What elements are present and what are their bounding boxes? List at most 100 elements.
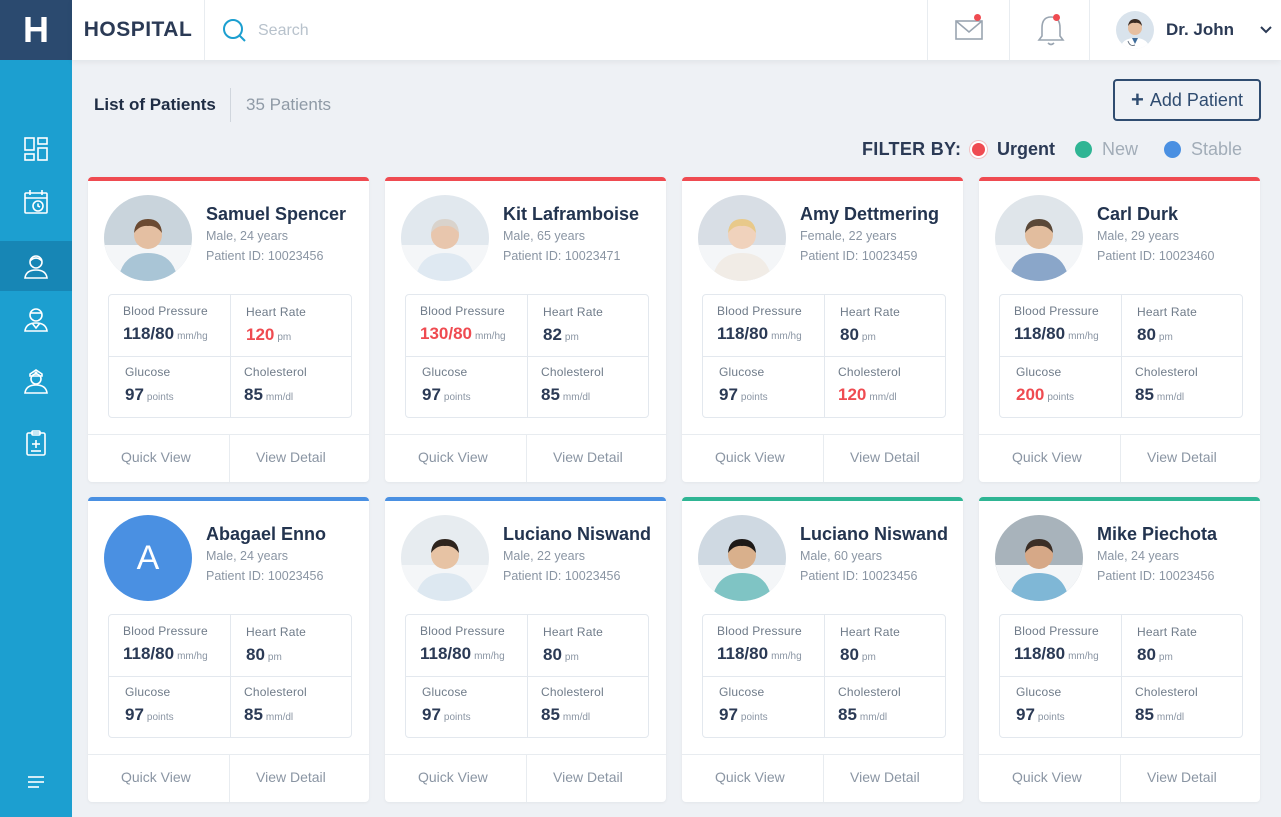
- filter-urgent[interactable]: Urgent: [970, 139, 1055, 160]
- quick-view-button[interactable]: Quick View: [1012, 769, 1082, 785]
- card-actions: Quick View View Detail: [979, 754, 1260, 802]
- patient-name[interactable]: Kit Laframboise: [503, 204, 639, 225]
- patient-photo: A: [104, 515, 192, 601]
- stat-label: Heart Rate: [543, 305, 604, 319]
- filter-label: FILTER BY:: [862, 139, 962, 159]
- patient-name[interactable]: Luciano Niswand: [800, 524, 948, 545]
- view-detail-button[interactable]: View Detail: [256, 449, 326, 465]
- status-bar: [979, 497, 1260, 501]
- quick-view-button[interactable]: Quick View: [715, 769, 785, 785]
- patient-name[interactable]: Samuel Spencer: [206, 204, 346, 225]
- vitals-panel: Blood Pressure 118/80 mm/hg Heart Rate 80…: [108, 614, 352, 738]
- quick-view-button[interactable]: Quick View: [121, 449, 191, 465]
- sidebar-item-dashboard[interactable]: [0, 124, 72, 174]
- patient-card[interactable]: Luciano Niswand Male, 22 years Patient I…: [385, 497, 666, 802]
- stat-unit: points: [443, 392, 471, 403]
- view-detail-button[interactable]: View Detail: [553, 769, 623, 785]
- stat-unit: points: [1037, 712, 1065, 723]
- sidebar-menu-button[interactable]: [0, 767, 72, 797]
- heart-rate-value: 80: [840, 645, 859, 664]
- stat-label: Heart Rate: [1137, 625, 1198, 639]
- stat-label: Heart Rate: [840, 305, 901, 319]
- blood-pressure-stat: Blood Pressure 118/80 mm/hg: [717, 624, 802, 664]
- sidebar-item-reports[interactable]: [0, 418, 72, 468]
- stat-unit: points: [740, 392, 768, 403]
- vitals-panel: Blood Pressure 118/80 mm/hg Heart Rate 80…: [405, 614, 649, 738]
- stat-label: Glucose: [125, 365, 171, 379]
- vitals-divider: [703, 356, 945, 357]
- patient-card[interactable]: Mike Piechota Male, 24 years Patient ID:…: [979, 497, 1260, 802]
- user-menu[interactable]: Dr. John: [1089, 0, 1281, 60]
- add-patient-button[interactable]: + Add Patient: [1113, 79, 1261, 121]
- stat-label: Cholesterol: [1135, 685, 1198, 699]
- patient-card[interactable]: Samuel Spencer Male, 24 years Patient ID…: [88, 177, 369, 482]
- sidebar-item-nurses[interactable]: [0, 356, 72, 406]
- view-detail-button[interactable]: View Detail: [256, 769, 326, 785]
- patient-card[interactable]: Carl Durk Male, 29 years Patient ID: 100…: [979, 177, 1260, 482]
- stat-unit: pm: [1158, 332, 1173, 343]
- mail-notification-dot: [974, 14, 981, 21]
- view-detail-button[interactable]: View Detail: [1147, 769, 1217, 785]
- doctor-icon: [24, 308, 48, 332]
- patient-card[interactable]: Kit Laframboise Male, 65 years Patient I…: [385, 177, 666, 482]
- stat-unit: pm: [564, 652, 579, 663]
- vitals-panel: Blood Pressure 118/80 mm/hg Heart Rate 80…: [702, 614, 946, 738]
- patient-id: Patient ID: 10023456: [1097, 569, 1215, 583]
- view-detail-button[interactable]: View Detail: [1147, 449, 1217, 465]
- actions-divider: [1120, 435, 1121, 482]
- blood-pressure-stat: Blood Pressure 118/80 mm/hg: [1014, 624, 1099, 664]
- view-detail-button[interactable]: View Detail: [850, 449, 920, 465]
- heart-rate-value: 120: [246, 325, 275, 344]
- sidebar-item-appointments[interactable]: [0, 177, 72, 227]
- quick-view-button[interactable]: Quick View: [418, 769, 488, 785]
- cholesterol-value: 85: [244, 705, 263, 724]
- patient-name[interactable]: Amy Dettmering: [800, 204, 939, 225]
- app-logo[interactable]: H: [0, 0, 72, 60]
- patient-info: Male, 24 years: [1097, 549, 1179, 563]
- stat-label: Heart Rate: [543, 625, 604, 639]
- stat-label: Glucose: [1016, 685, 1062, 699]
- patient-name[interactable]: Luciano Niswand: [503, 524, 651, 545]
- quick-view-button[interactable]: Quick View: [418, 449, 488, 465]
- patient-name[interactable]: Abagael Enno: [206, 524, 326, 545]
- blood-pressure-stat: Blood Pressure 118/80 mm/hg: [420, 624, 505, 664]
- nurse-icon: [24, 369, 48, 394]
- quick-view-button[interactable]: Quick View: [1012, 449, 1082, 465]
- heart-rate-value: 80: [840, 325, 859, 344]
- view-detail-button[interactable]: View Detail: [553, 449, 623, 465]
- stat-label: Cholesterol: [244, 685, 307, 699]
- filter-urgent-label: Urgent: [997, 139, 1055, 159]
- blood-pressure-value: 118/80: [1014, 644, 1066, 663]
- quick-view-button[interactable]: Quick View: [715, 449, 785, 465]
- patient-card[interactable]: Amy Dettmering Female, 22 years Patient …: [682, 177, 963, 482]
- patient-name[interactable]: Mike Piechota: [1097, 524, 1217, 545]
- search-input[interactable]: Search: [258, 22, 309, 40]
- glucose-stat: Glucose 97 points: [125, 685, 174, 725]
- glucose-value: 97: [1016, 705, 1035, 724]
- chevron-down-icon: [1260, 26, 1272, 34]
- search-bar[interactable]: Search: [222, 18, 309, 44]
- patient-info: Male, 24 years: [206, 229, 288, 243]
- actions-divider: [526, 435, 527, 482]
- view-detail-button[interactable]: View Detail: [850, 769, 920, 785]
- glucose-stat: Glucose 97 points: [1016, 685, 1065, 725]
- stat-label: Cholesterol: [244, 365, 307, 379]
- filter-stable[interactable]: Stable: [1164, 139, 1242, 160]
- patient-name[interactable]: Carl Durk: [1097, 204, 1178, 225]
- sidebar-item-patients[interactable]: [0, 241, 72, 291]
- quick-view-button[interactable]: Quick View: [121, 769, 191, 785]
- vitals-panel: Blood Pressure 130/80 mm/hg Heart Rate 82…: [405, 294, 649, 418]
- top-bar: HOSPITAL Search Dr. John: [72, 0, 1281, 60]
- patient-card[interactable]: Luciano Niswand Male, 60 years Patient I…: [682, 497, 963, 802]
- notifications-button[interactable]: [1009, 0, 1091, 60]
- vitals-divider: [1000, 676, 1242, 677]
- patient-id: Patient ID: 10023456: [206, 249, 324, 263]
- sidebar-item-doctors[interactable]: [0, 294, 72, 344]
- messages-button[interactable]: [927, 0, 1009, 60]
- stat-label: Heart Rate: [1137, 305, 1198, 319]
- stat-unit: mm/hg: [177, 331, 208, 342]
- glucose-stat: Glucose 97 points: [125, 365, 174, 405]
- patient-card[interactable]: A Abagael Enno Male, 24 years Patient ID…: [88, 497, 369, 802]
- heart-rate-value: 80: [543, 645, 562, 664]
- filter-new[interactable]: New: [1075, 139, 1138, 160]
